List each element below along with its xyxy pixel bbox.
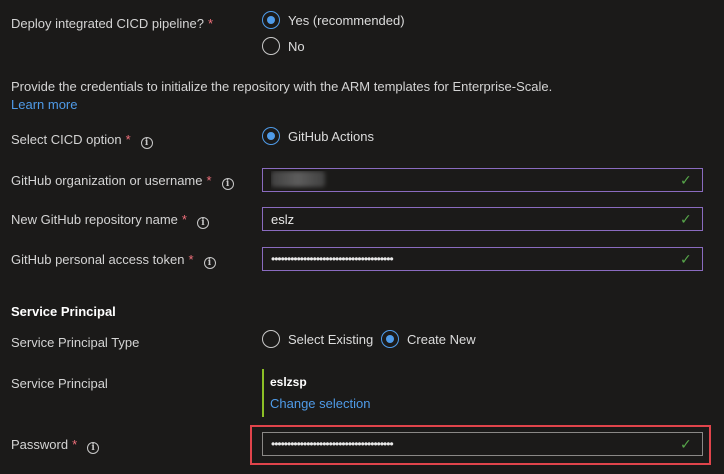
credentials-description: Provide the credentials to initialize th…: [11, 79, 553, 94]
info-icon[interactable]: i: [203, 257, 216, 269]
github-org-label-text: GitHub organization or username: [11, 173, 203, 188]
cicd-option-yes-label: Yes (recommended): [288, 12, 405, 28]
cicd-option-no-label: No: [288, 38, 305, 54]
valid-check-icon: ✓: [680, 210, 692, 227]
cicd-option-label-text: Select CICD option: [11, 132, 122, 147]
cicd-option-no[interactable]: No: [262, 37, 305, 55]
radio-selected-icon[interactable]: [381, 330, 399, 348]
create-new-label: Create New: [407, 331, 476, 347]
valid-check-icon: ✓: [680, 435, 692, 452]
github-token-input[interactable]: •••••••••••••••••••••••••••••••••••••• ✓: [262, 247, 703, 271]
selection-accent-bar: [262, 369, 264, 417]
cicd-label-text: Deploy integrated CICD pipeline?: [11, 16, 204, 31]
password-input[interactable]: •••••••••••••••••••••••••••••••••••••• ✓: [262, 432, 703, 456]
info-icon[interactable]: i: [87, 442, 100, 454]
password-label: Password * i: [11, 437, 100, 454]
cicd-option-github-actions[interactable]: GitHub Actions: [262, 127, 374, 145]
github-repo-value: eslz: [271, 211, 295, 227]
info-icon[interactable]: i: [140, 137, 153, 149]
redacted-value: [271, 170, 325, 187]
radio-selected-icon[interactable]: [262, 11, 280, 29]
select-existing-label: Select Existing: [288, 331, 374, 347]
github-repo-label: New GitHub repository name * i: [11, 212, 209, 229]
cicd-label: Deploy integrated CICD pipeline? *: [11, 16, 213, 31]
radio-unselected-icon[interactable]: [262, 330, 280, 348]
github-token-value: ••••••••••••••••••••••••••••••••••••••: [271, 252, 394, 266]
password-label-text: Password: [11, 437, 69, 452]
sp-name: eslzsp: [270, 375, 307, 389]
radio-selected-icon[interactable]: [262, 127, 280, 145]
sp-type-create-new[interactable]: Create New: [381, 330, 476, 348]
github-org-label: GitHub organization or username * i: [11, 173, 234, 190]
github-org-value: [271, 170, 680, 190]
learn-more-link[interactable]: Learn more: [11, 97, 77, 112]
sp-type-label: Service Principal Type: [11, 335, 140, 350]
required-mark: *: [206, 173, 212, 188]
github-actions-label: GitHub Actions: [288, 128, 374, 144]
radio-unselected-icon[interactable]: [262, 37, 280, 55]
password-value: ••••••••••••••••••••••••••••••••••••••: [271, 437, 394, 451]
info-icon[interactable]: i: [196, 217, 209, 229]
github-token-label-text: GitHub personal access token: [11, 252, 185, 267]
change-selection-link[interactable]: Change selection: [270, 396, 370, 411]
required-mark: *: [207, 16, 214, 31]
github-repo-label-text: New GitHub repository name: [11, 212, 178, 227]
required-mark: *: [181, 212, 187, 227]
github-repo-input[interactable]: eslz ✓: [262, 207, 703, 231]
info-icon[interactable]: i: [221, 178, 234, 190]
valid-check-icon: ✓: [680, 171, 692, 188]
required-mark: *: [188, 252, 194, 267]
sp-type-select-existing[interactable]: Select Existing: [262, 330, 373, 348]
cicd-option-yes[interactable]: Yes (recommended): [262, 11, 405, 29]
github-org-input[interactable]: ✓: [262, 168, 703, 192]
sp-label: Service Principal: [11, 376, 108, 391]
cicd-option-label: Select CICD option * i: [11, 132, 153, 149]
service-principal-heading: Service Principal: [11, 304, 116, 319]
required-mark: *: [125, 132, 131, 147]
required-mark: *: [72, 437, 78, 452]
github-token-label: GitHub personal access token * i: [11, 252, 216, 269]
valid-check-icon: ✓: [680, 250, 692, 267]
